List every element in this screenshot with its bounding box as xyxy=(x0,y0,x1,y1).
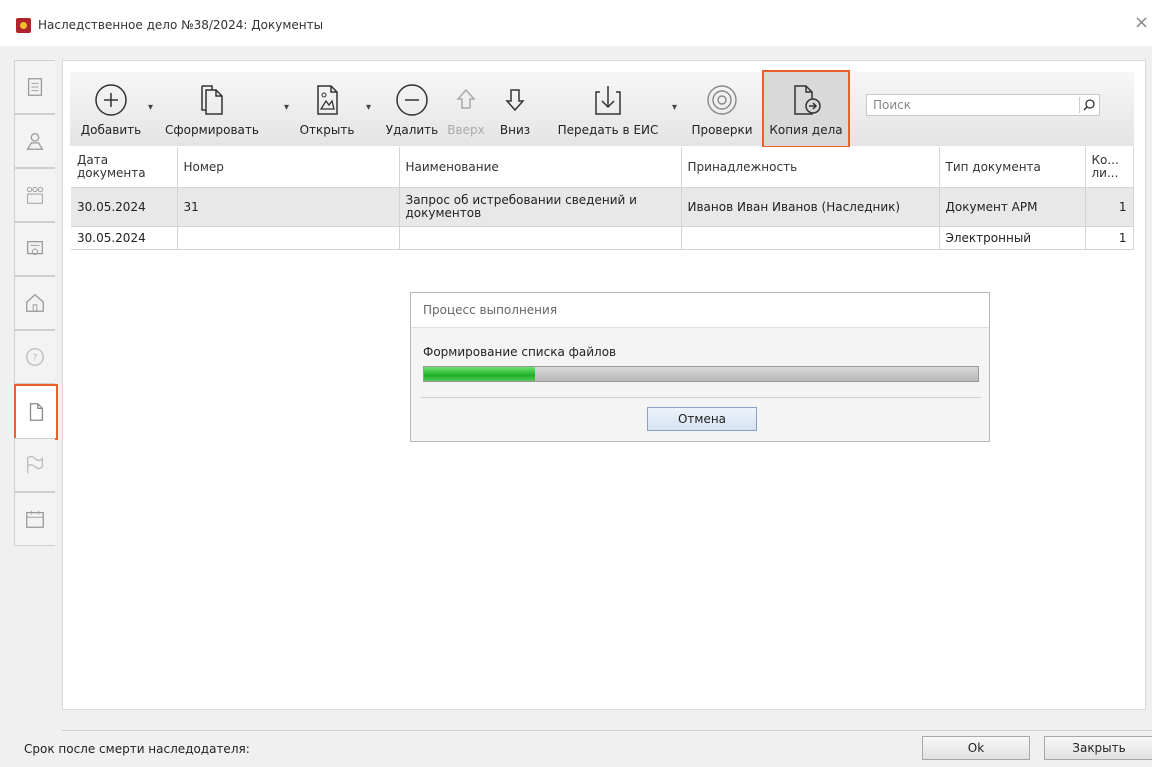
sidebar-item-certificate[interactable] xyxy=(14,222,55,276)
transfer-dropdown-icon[interactable]: ▾ xyxy=(672,102,677,113)
calendar-icon xyxy=(26,510,44,528)
arrow-up-icon xyxy=(456,88,476,109)
table-cell xyxy=(681,226,940,250)
title-bar: Наследственное дело №38/2024: Документы … xyxy=(0,0,1152,46)
sidebar-item-calendar[interactable] xyxy=(14,492,55,546)
radar-icon xyxy=(707,85,737,115)
delete-label: Удалить xyxy=(385,123,439,137)
column-header[interactable]: Номер xyxy=(177,147,400,188)
flag-icon xyxy=(27,455,43,474)
column-header[interactable]: Ко... ли... xyxy=(1085,147,1134,188)
sidebar-item-help[interactable]: ? xyxy=(14,330,55,384)
progress-bar-fill xyxy=(424,367,535,381)
sidebar-item-person[interactable] xyxy=(14,114,55,168)
minus-circle-icon xyxy=(396,84,428,116)
plus-circle-icon xyxy=(95,84,127,116)
transfer-eis-label: Передать в ЕИС xyxy=(557,123,659,137)
person-icon xyxy=(26,133,44,150)
move-up-label: Вверх xyxy=(447,123,485,137)
progress-dialog: Процесс выполнения Формирование списка ф… xyxy=(410,292,990,442)
table-cell: Документ АРМ xyxy=(939,187,1086,227)
svg-text:?: ? xyxy=(32,353,37,364)
progress-message: Формирование списка файлов xyxy=(423,345,617,359)
copy-case-label: Копия дела xyxy=(769,123,843,137)
sidebar-item-house[interactable] xyxy=(14,276,55,330)
close-window-icon[interactable]: × xyxy=(1134,12,1149,33)
column-header[interactable]: Принадлежность xyxy=(681,147,940,188)
certificate-icon xyxy=(27,241,43,255)
dialog-title-bar: Процесс выполнения xyxy=(411,293,989,328)
table-cell: 1 xyxy=(1085,226,1134,250)
move-down-button[interactable]: Вниз xyxy=(490,72,540,146)
table-cell: 31 xyxy=(177,187,400,227)
search-box[interactable]: Поиск xyxy=(866,94,1100,116)
window-title: Наследственное дело №38/2024: Документы xyxy=(38,18,324,32)
checks-button[interactable]: Проверки xyxy=(684,72,760,146)
column-header[interactable]: Дата документа xyxy=(71,147,178,188)
table-cell: 30.05.2024 xyxy=(71,187,178,227)
search-icon[interactable] xyxy=(1079,97,1098,113)
column-header[interactable]: Наименование xyxy=(399,147,682,188)
table-row[interactable]: 30.05.2024 Электронный 1 xyxy=(71,226,1134,250)
dialog-divider xyxy=(421,397,981,398)
table-cell: 1 xyxy=(1085,187,1134,227)
generate-button[interactable]: Сформировать xyxy=(162,72,262,146)
app-icon xyxy=(16,18,31,33)
sidebar-item-document-list[interactable] xyxy=(14,60,55,114)
document-export-icon xyxy=(794,85,821,115)
dialog-title: Процесс выполнения xyxy=(423,303,558,317)
table-cell: Электронный xyxy=(939,226,1086,250)
table-cell xyxy=(177,226,400,250)
document-icon xyxy=(29,403,44,421)
open-button[interactable]: Открыть xyxy=(292,72,362,146)
arrow-down-icon xyxy=(505,89,525,112)
column-header[interactable]: Тип документа xyxy=(939,147,1086,188)
question-icon: ? xyxy=(26,348,44,366)
add-button[interactable]: Добавить xyxy=(76,72,146,146)
sidebar-item-flag[interactable] xyxy=(14,438,55,492)
open-label: Открыть xyxy=(299,123,355,137)
add-dropdown-icon[interactable]: ▾ xyxy=(148,102,153,113)
sidebar-item-documents[interactable] xyxy=(14,384,58,440)
sidebar-item-family[interactable] xyxy=(14,168,55,222)
table-cell: Иванов Иван Иванов (Наследник) xyxy=(681,187,940,227)
checks-label: Проверки xyxy=(691,123,753,137)
footer-divider xyxy=(62,730,1152,731)
death-period-label: Срок после смерти наследодателя: xyxy=(24,742,250,756)
family-icon xyxy=(26,186,44,204)
document-list-icon xyxy=(27,78,43,96)
table-header-row: Дата документа Номер Наименование Принад… xyxy=(71,147,1134,188)
close-button[interactable]: Закрыть xyxy=(1044,736,1152,760)
documents-table: Дата документа Номер Наименование Принад… xyxy=(71,147,1134,250)
add-label: Добавить xyxy=(80,123,142,137)
delete-button[interactable]: Удалить xyxy=(382,72,442,146)
transfer-eis-button[interactable]: Передать в ЕИС xyxy=(558,72,658,146)
house-icon xyxy=(26,293,44,312)
open-dropdown-icon[interactable]: ▾ xyxy=(366,102,371,113)
move-down-label: Вниз xyxy=(499,123,531,137)
cancel-button[interactable]: Отмена xyxy=(647,407,757,431)
progress-bar xyxy=(423,366,979,382)
image-file-icon xyxy=(317,85,338,115)
copy-documents-icon xyxy=(201,85,223,115)
move-up-button[interactable]: Вверх xyxy=(444,72,488,146)
table-cell: 30.05.2024 xyxy=(71,226,178,250)
table-cell xyxy=(399,226,682,250)
ok-button[interactable]: Ok xyxy=(922,736,1030,760)
table-row[interactable]: 30.05.2024 31 Запрос об истребовании све… xyxy=(71,187,1134,227)
copy-case-button[interactable]: Копия дела xyxy=(762,70,850,148)
search-placeholder: Поиск xyxy=(873,98,912,112)
generate-dropdown-icon[interactable]: ▾ xyxy=(284,102,289,113)
table-cell: Запрос об истребовании сведений и докуме… xyxy=(399,187,682,227)
download-tray-icon xyxy=(595,86,621,115)
generate-label: Сформировать xyxy=(165,123,259,137)
